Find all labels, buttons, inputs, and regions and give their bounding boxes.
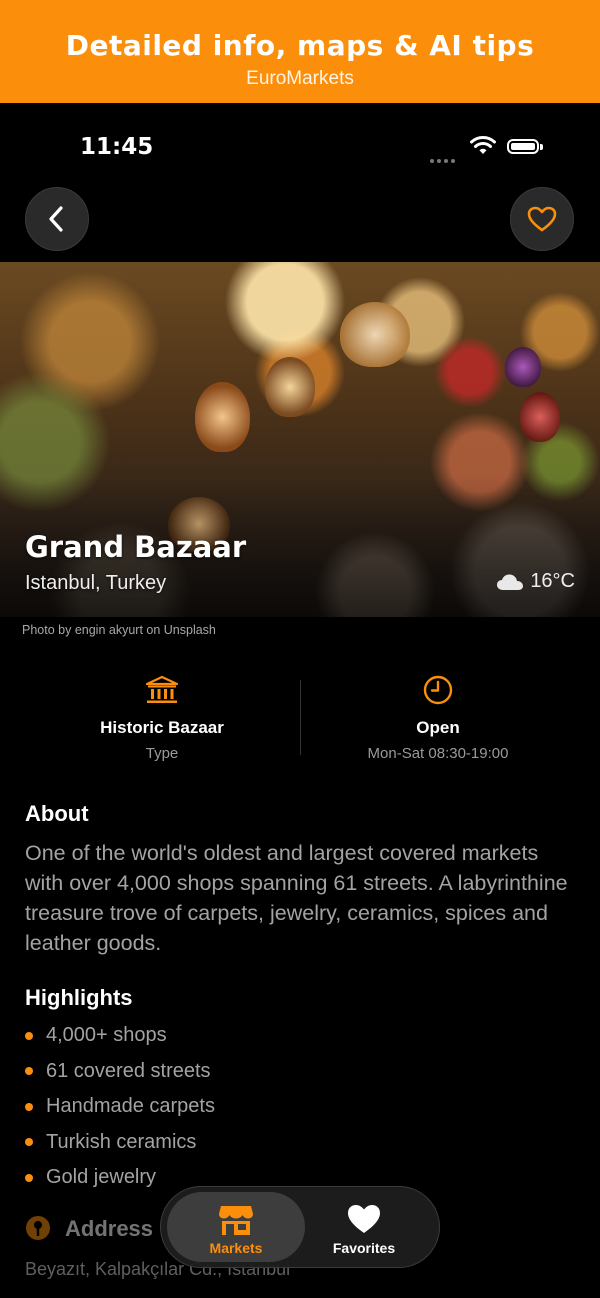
photo-credit[interactable]: Photo by engin akyurt on Unsplash (22, 623, 216, 637)
type-label: Type (145, 745, 179, 762)
store-icon (219, 1206, 253, 1235)
bullet-icon (25, 1102, 33, 1111)
tab-favorites[interactable]: Favorites (295, 1192, 433, 1262)
map-pin-icon (26, 1216, 50, 1240)
hours-value: Mon-Sat 08:30-19:00 (367, 745, 509, 762)
cloud-icon (497, 574, 524, 590)
about-text: One of the world's oldest and largest co… (25, 841, 568, 955)
tab-markets-label: Markets (209, 1240, 263, 1256)
clock-icon (423, 675, 453, 705)
wifi-icon (470, 136, 496, 161)
lamp-shape (505, 347, 541, 387)
info-row: Historic Bazaar Type Open Mon-Sat 08:30-… (0, 675, 600, 762)
info-divider (300, 680, 301, 755)
highlights-heading: Highlights (25, 985, 133, 1010)
heart-icon (348, 1205, 380, 1233)
temperature: 16°C (530, 570, 575, 592)
chevron-left-icon (49, 206, 63, 232)
battery-icon (507, 139, 543, 154)
bullet-icon (25, 1031, 33, 1040)
lamp-shape (195, 382, 250, 452)
tab-bar: Markets Favorites (160, 1186, 440, 1268)
tab-favorites-label: Favorites (332, 1240, 396, 1256)
type-info: Historic Bazaar Type (32, 675, 292, 762)
promo-banner: Detailed info, maps & AI tips EuroMarket… (0, 0, 600, 103)
lamp-shape (520, 392, 560, 442)
bullet-icon (25, 1138, 33, 1147)
bullet-icon (25, 1067, 33, 1076)
address-section: Address (25, 1215, 153, 1243)
hours-info: Open Mon-Sat 08:30-19:00 (308, 675, 568, 762)
list-item: Handmade carpets (25, 1089, 215, 1125)
favorite-button[interactable] (510, 187, 574, 251)
hours-status: Open (416, 718, 460, 737)
status-time: 11:45 (80, 134, 154, 160)
list-item: Turkish ceramics (25, 1125, 215, 1161)
banner-title: Detailed info, maps & AI tips (65, 29, 535, 62)
list-item: 4,000+ shops (25, 1018, 215, 1054)
bank-building-icon (145, 675, 179, 703)
heart-outline-icon (527, 206, 557, 232)
signal-icon (430, 150, 458, 168)
banner-subtitle: EuroMarkets (246, 68, 354, 89)
tab-markets[interactable]: Markets (167, 1192, 305, 1262)
bullet-icon (25, 1173, 33, 1182)
back-button[interactable] (25, 187, 89, 251)
market-location: Istanbul, Turkey (25, 572, 167, 594)
list-item: 61 covered streets (25, 1054, 215, 1090)
hero-photo: Grand Bazaar Istanbul, Turkey 16°C (0, 262, 600, 617)
about-heading: About (25, 801, 89, 826)
address-heading: Address (65, 1216, 154, 1241)
lamp-shape (265, 357, 315, 417)
highlights-list: 4,000+ shops 61 covered streets Handmade… (25, 1018, 215, 1196)
type-value: Historic Bazaar (100, 718, 224, 737)
lamp-shape (340, 302, 410, 367)
weather-badge: 16°C (496, 570, 575, 593)
status-bar: 11:45 (0, 130, 600, 166)
market-title: Grand Bazaar (25, 530, 247, 564)
